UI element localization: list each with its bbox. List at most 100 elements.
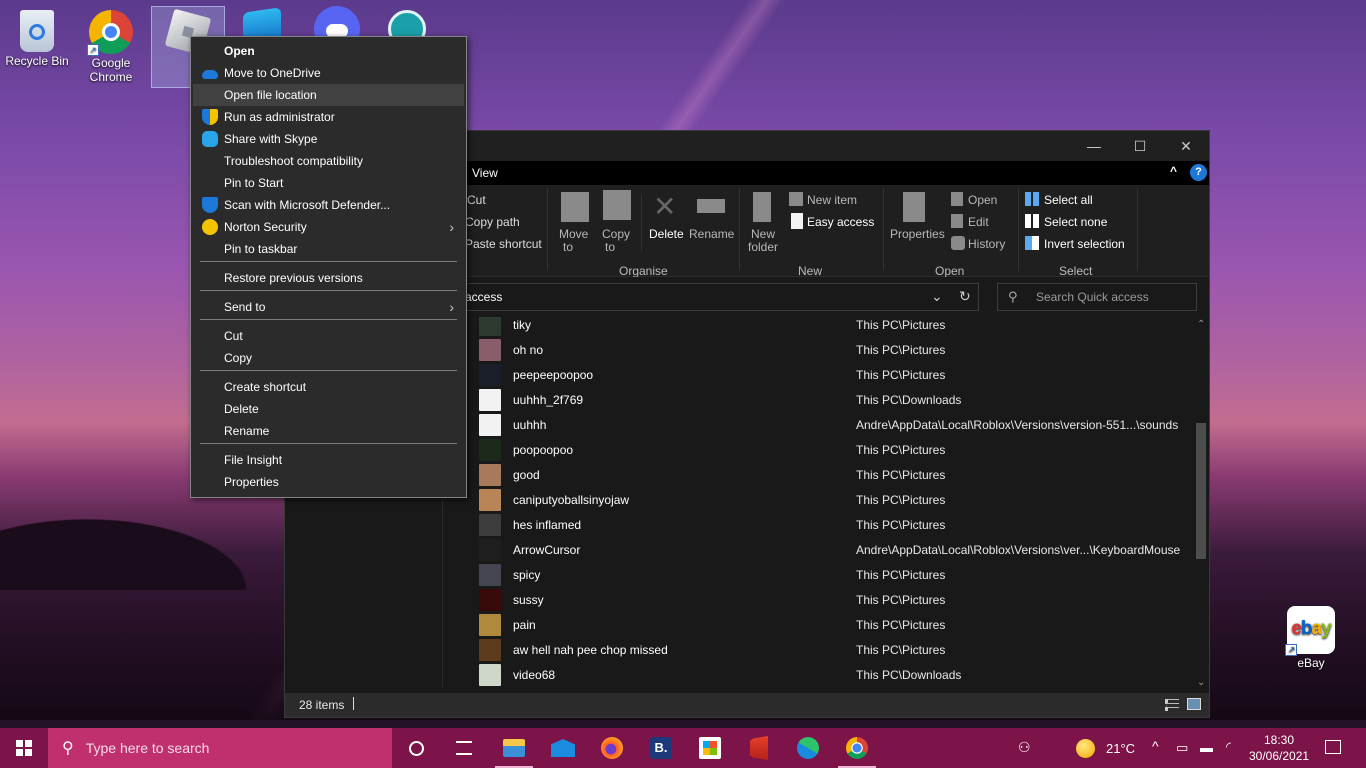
context-menu-item-restore-previous-versions[interactable]: Restore previous versions: [193, 267, 464, 289]
taskbar-app-firefox[interactable]: [588, 728, 636, 768]
file-row[interactable]: poopoopoo This PC\Pictures: [465, 437, 1185, 462]
file-row[interactable]: uuhhh Andre\AppData\Local\Roblox\Versions…: [465, 412, 1185, 437]
file-row[interactable]: uuhhh_2f769 This PC\Downloads: [465, 387, 1185, 412]
clock-time[interactable]: 18:30: [1264, 733, 1294, 747]
context-menu-item-pin-to-taskbar[interactable]: Pin to taskbar: [193, 238, 464, 260]
minimize-button[interactable]: —: [1071, 131, 1117, 161]
edit-icon: [951, 214, 963, 228]
desktop-icon-ebay[interactable]: ebay ↗ eBay: [1274, 600, 1348, 670]
file-location: This PC\Pictures: [856, 317, 946, 332]
people-icon[interactable]: ⚇: [1018, 739, 1031, 756]
file-name: spicy: [513, 567, 541, 582]
file-row[interactable]: oh no This PC\Pictures: [465, 337, 1185, 362]
copy-path-button[interactable]: Copy path: [465, 215, 520, 229]
file-location: This PC\Pictures: [856, 642, 946, 657]
refresh-icon[interactable]: ↻: [959, 288, 971, 305]
large-icons-view-icon[interactable]: [1187, 698, 1201, 710]
cortana-button[interactable]: [392, 728, 440, 768]
context-menu-item-delete[interactable]: Delete: [193, 398, 464, 420]
scroll-down-icon[interactable]: ⌄: [1197, 677, 1205, 688]
file-name: uuhhh_2f769: [513, 392, 584, 407]
start-button[interactable]: [0, 728, 48, 768]
file-location: This PC\Pictures: [856, 442, 946, 457]
file-row[interactable]: sussy This PC\Pictures: [465, 587, 1185, 612]
context-menu-item-create-shortcut[interactable]: Create shortcut: [193, 376, 464, 398]
weather-temperature[interactable]: 21°C: [1106, 741, 1135, 756]
context-menu-item-troubleshoot-compatibility[interactable]: Troubleshoot compatibility: [193, 150, 464, 172]
context-menu-item-send-to[interactable]: Send to ›: [193, 296, 464, 318]
context-menu-item-open-file-location[interactable]: Open file location: [193, 84, 464, 106]
desktop-icon-discord[interactable]: [300, 0, 374, 52]
vertical-scrollbar[interactable]: ⌃ ⌄: [1193, 317, 1209, 693]
context-menu-item-copy[interactable]: Copy: [193, 347, 464, 369]
maximize-button[interactable]: ☐: [1117, 131, 1163, 161]
item-count: 28 items: [299, 698, 345, 712]
context-menu-item-pin-to-start[interactable]: Pin to Start: [193, 172, 464, 194]
wifi-icon[interactable]: ◜: [1226, 739, 1231, 755]
context-menu-item-move-to-onedrive[interactable]: Move to OneDrive: [193, 62, 464, 84]
file-row[interactable]: tiky This PC\Pictures: [465, 317, 1185, 337]
defender-icon: [202, 197, 218, 213]
clock-date[interactable]: 30/06/2021: [1249, 749, 1309, 763]
scroll-up-icon[interactable]: ⌃: [1197, 319, 1205, 330]
weather-sun-icon[interactable]: [1076, 739, 1095, 758]
context-menu-item-properties[interactable]: Properties: [193, 471, 464, 493]
scroll-thumb[interactable]: [1196, 423, 1206, 559]
show-hidden-icons-button[interactable]: ^: [1152, 738, 1159, 754]
close-button[interactable]: ✕: [1163, 131, 1209, 161]
file-row[interactable]: hes inflamed This PC\Pictures: [465, 512, 1185, 537]
file-row[interactable]: peepeepoopoo This PC\Pictures: [465, 362, 1185, 387]
file-row[interactable]: good This PC\Pictures: [465, 462, 1185, 487]
onedrive-icon: [202, 70, 218, 79]
task-view-button[interactable]: [440, 728, 488, 768]
help-icon[interactable]: ?: [1190, 164, 1207, 181]
taskbar-app-file-explorer[interactable]: [490, 728, 538, 768]
desktop-icon-label: Recycle Bin: [5, 54, 69, 68]
collapse-ribbon-icon[interactable]: ^: [1170, 164, 1177, 178]
file-location: This PC\Pictures: [856, 517, 946, 532]
taskbar-app-office[interactable]: [735, 728, 783, 768]
taskbar-app-chrome[interactable]: [833, 728, 881, 768]
tab-view[interactable]: View: [472, 166, 498, 180]
search-icon: ⚲: [1008, 289, 1018, 304]
taskbar-app-booking[interactable]: B.: [637, 728, 685, 768]
taskbar-search-box[interactable]: ⚲ Type here to search: [48, 728, 392, 768]
context-menu-item-share-with-skype[interactable]: Share with Skype: [193, 128, 464, 150]
taskbar-app-store[interactable]: [686, 728, 734, 768]
desktop-icon-recycle-bin[interactable]: Recycle Bin: [0, 4, 74, 80]
battery-icon[interactable]: ▬: [1200, 740, 1213, 755]
office-icon: [750, 736, 768, 760]
file-location: This PC\Pictures: [856, 617, 946, 632]
details-view-icon[interactable]: [1165, 699, 1179, 711]
context-menu-item-cut[interactable]: Cut: [193, 325, 464, 347]
meet-now-icon[interactable]: ▭: [1176, 740, 1188, 756]
search-box[interactable]: ⚲ Search Quick access: [997, 283, 1197, 311]
context-menu-item-norton-security[interactable]: Norton Security ›: [193, 216, 464, 238]
submenu-chevron-icon: ›: [449, 219, 454, 235]
context-menu-item-label: Troubleshoot compatibility: [224, 154, 363, 168]
file-thumbnail-icon: [479, 613, 501, 636]
paste-shortcut-button[interactable]: Paste shortcut: [465, 237, 542, 251]
file-row[interactable]: spicy This PC\Pictures: [465, 562, 1185, 587]
file-row[interactable]: video68 This PC\Downloads: [465, 662, 1185, 687]
file-row[interactable]: ArrowCursor Andre\AppData\Local\Roblox\Ve…: [465, 537, 1185, 562]
context-menu-item-label: Restore previous versions: [224, 271, 363, 285]
context-menu-item-run-as-administrator[interactable]: Run as administrator: [193, 106, 464, 128]
file-name: good: [513, 467, 540, 482]
context-menu-item-open[interactable]: Open: [193, 40, 464, 62]
file-row[interactable]: caniputyoballsinyojaw This PC\Pictures: [465, 487, 1185, 512]
taskbar-app-edge[interactable]: [784, 728, 832, 768]
taskbar: ⚲ Type here to search B. ⚇ 21°C ^ ▭ ▬ ◜ …: [0, 728, 1366, 768]
desktop-icon-google-chrome[interactable]: ↗ Google Chrome: [74, 4, 148, 88]
address-dropdown-icon[interactable]: ⌄: [931, 288, 943, 305]
taskbar-app-mail[interactable]: [539, 728, 587, 768]
file-name: poopoopoo: [513, 442, 574, 457]
windows-logo-icon: [16, 740, 32, 756]
action-center-icon[interactable]: [1325, 740, 1341, 754]
context-menu-item-scan-with-microsoft-defender[interactable]: Scan with Microsoft Defender...: [193, 194, 464, 216]
cut-button[interactable]: Cut: [467, 193, 486, 207]
context-menu-item-file-insight[interactable]: File Insight: [193, 449, 464, 471]
file-row[interactable]: pain This PC\Pictures: [465, 612, 1185, 637]
context-menu-item-rename[interactable]: Rename: [193, 420, 464, 442]
file-row[interactable]: aw hell nah pee chop missed This PC\Pictu…: [465, 637, 1185, 662]
